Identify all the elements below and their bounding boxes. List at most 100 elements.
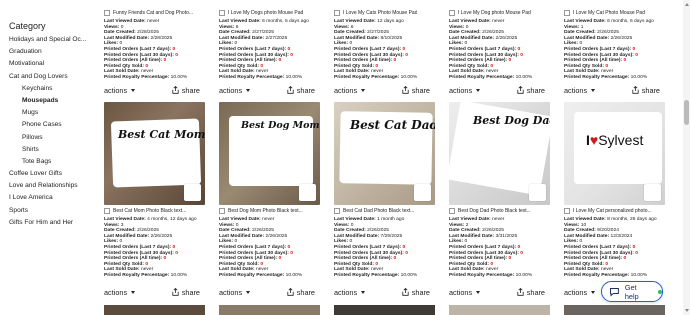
product-title[interactable]: Best Cat Dad Photo Black text... [343, 208, 414, 214]
share-button[interactable]: share [172, 86, 200, 95]
share-button[interactable]: share [517, 86, 545, 95]
actions-dropdown[interactable]: actions [104, 288, 136, 297]
meta-value: 0 [175, 250, 178, 256]
meta-label: Printed Orders (All time): [334, 256, 393, 262]
actions-dropdown[interactable]: actions [219, 287, 251, 297]
select-checkbox[interactable] [449, 208, 455, 214]
meta-label: Printed Royalty Percentage: [219, 272, 285, 278]
meta-value: 12 days ago [377, 19, 404, 24]
select-checkbox[interactable] [334, 208, 340, 214]
product-title[interactable]: I Love My Dogs photo Mouse Pad [228, 10, 303, 16]
meta-value: 0 [623, 58, 627, 64]
actions-dropdown[interactable]: actions [334, 86, 366, 95]
meta-label: Printed Orders (All time): [564, 256, 623, 262]
meta-label: Printed Orders (All time): [104, 58, 163, 64]
actions-dropdown[interactable]: actions [564, 288, 596, 297]
product-title[interactable]: I Love My Cats Photo Mouse Pad [343, 10, 417, 16]
share-button[interactable]: share [517, 288, 545, 297]
scroll-down-icon[interactable] [684, 309, 689, 312]
scroll-up-icon[interactable] [684, 3, 689, 6]
category-item[interactable]: Mousepads [9, 95, 93, 107]
product-title[interactable]: Best Dog Dad Photo Black text... [458, 208, 531, 214]
product-image[interactable] [449, 305, 550, 315]
scrollbar-thumb[interactable] [684, 100, 689, 125]
meta-value: 6 [350, 24, 354, 30]
get-help-button[interactable]: Get help [601, 281, 663, 302]
category-item[interactable]: Sports [9, 205, 93, 217]
select-checkbox[interactable] [449, 10, 455, 16]
actions-dropdown[interactable]: actions [449, 288, 481, 297]
product-title[interactable]: I Love My Cat Photo Mouse Pad [573, 10, 645, 16]
share-button[interactable]: share [172, 288, 200, 297]
product-image[interactable] [219, 305, 320, 315]
category-item[interactable]: Gifts For Him and Her [9, 217, 93, 229]
category-item[interactable]: Motivational [9, 58, 93, 70]
product-title[interactable]: Best Cat Mom Photo Black text... [113, 208, 186, 214]
meta-value: 8 months, 26 days ago [607, 217, 657, 222]
category-item[interactable]: Coffee Lover Gifts [9, 168, 93, 180]
page-scrollbar[interactable] [683, 0, 690, 315]
product-image[interactable] [564, 305, 665, 315]
actions-dropdown[interactable]: actions [449, 86, 481, 95]
product-title[interactable]: I Love My Cat personalized photo... [573, 208, 652, 214]
select-checkbox[interactable] [564, 208, 570, 214]
product-title[interactable]: Funny Friends Cat and Dog Photo... [113, 10, 193, 16]
product-stats: Last Viewed Date: 8 months, 26 days ago V… [564, 217, 670, 279]
meta-label: Printed Qty Sold: [334, 261, 374, 267]
product-image[interactable]: Best Dog Mom [219, 102, 320, 205]
category-item[interactable]: I Love America [9, 192, 93, 204]
select-checkbox[interactable] [564, 10, 570, 16]
share-button[interactable]: share [287, 288, 315, 297]
share-button[interactable]: share [402, 86, 430, 95]
actions-dropdown[interactable]: actions [104, 86, 136, 95]
meta-label: Printed Royalty Percentage: [334, 272, 400, 278]
share-button[interactable]: share [287, 86, 315, 95]
category-item[interactable]: Pillows [9, 132, 93, 144]
category-item[interactable]: Love and Relationships [9, 180, 93, 192]
meta-label: Date Created: [219, 228, 251, 234]
product-image[interactable]: Best Dog Dad [449, 102, 550, 205]
product-title[interactable]: Best Dog Mom Photo Black text... [228, 208, 303, 214]
product-card: Funny Friends Cat and Dog Photo... Last V… [104, 8, 210, 81]
category-item[interactable]: Tote Bags [9, 156, 93, 168]
meta-label: Likes: [564, 41, 579, 47]
actions-dropdown[interactable]: actions [219, 86, 251, 95]
meta-value: 8/10/2025 [380, 35, 403, 41]
product-image[interactable] [334, 305, 435, 315]
actions-label: actions [334, 287, 358, 297]
category-item[interactable]: Graduation [9, 46, 93, 58]
category-item[interactable]: Mugs [9, 107, 93, 119]
meta-value: 2/26/2025 [482, 228, 504, 234]
actions-dropdown[interactable]: actions [564, 86, 596, 95]
select-checkbox[interactable] [219, 10, 225, 16]
share-button[interactable]: share [632, 86, 660, 95]
meta-label: Views: [104, 24, 120, 30]
meta-label: Last Sold Date: [564, 267, 600, 273]
product-title[interactable]: I Love My Dog photo Mouse Pad [458, 10, 531, 16]
category-item[interactable]: Holidays and Special Oc... [9, 34, 93, 46]
actions-dropdown[interactable]: actions [334, 287, 366, 297]
select-checkbox[interactable] [219, 208, 225, 214]
meta-label: Last Sold Date: [564, 69, 600, 75]
meta-label: Printed Orders (All time): [219, 256, 278, 262]
meta-value: 0 [287, 46, 291, 52]
actions-label: actions [219, 287, 243, 297]
select-checkbox[interactable] [104, 208, 110, 214]
meta-value: 0 [235, 222, 239, 228]
meta-value: 10.00% [400, 74, 418, 80]
product-stats: Last Viewed Date: 1 month ago Views: 0 Dat… [334, 217, 440, 279]
category-item[interactable]: Cat and Dog Lovers [9, 71, 93, 83]
product-image[interactable] [104, 305, 205, 315]
product-image[interactable]: I♥Sylvest [564, 102, 665, 205]
category-item[interactable]: Phone Cases [9, 119, 93, 131]
category-item[interactable]: Shirts [9, 144, 93, 156]
product-image[interactable]: Best Cat Dad [334, 102, 435, 205]
product-image[interactable]: Best Cat Mom [104, 102, 205, 205]
select-checkbox[interactable] [334, 10, 340, 16]
meta-label: Date Created: [334, 30, 366, 36]
select-checkbox[interactable] [104, 10, 110, 16]
meta-value: 2 [465, 222, 469, 228]
design-text: Best Cat Dad [350, 118, 435, 132]
share-button[interactable]: share [402, 288, 430, 297]
category-item[interactable]: Keychains [9, 83, 93, 95]
